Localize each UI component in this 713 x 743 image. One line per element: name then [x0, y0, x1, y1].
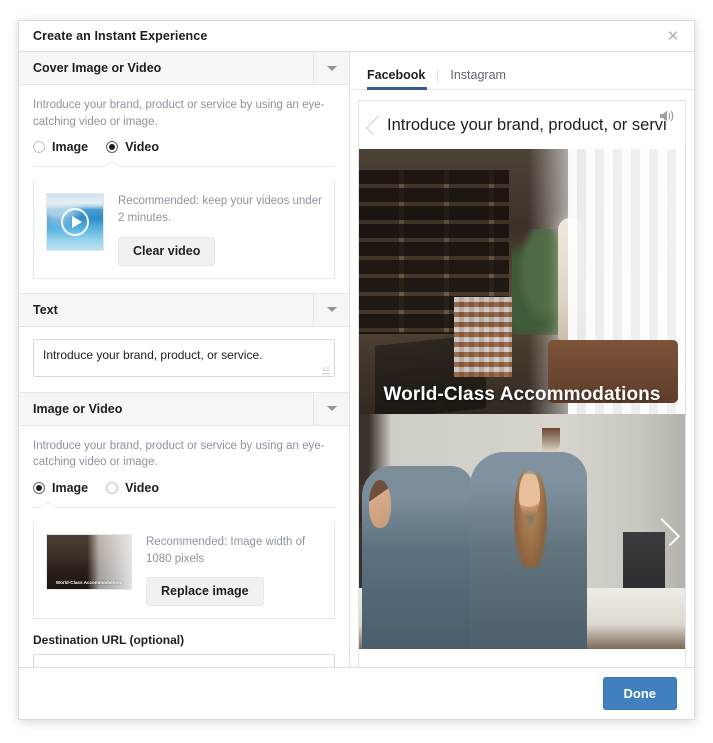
- selected-radio-divider: [33, 502, 335, 509]
- hero2-person-right-head: [519, 471, 541, 519]
- sound-on-icon[interactable]: [659, 109, 675, 123]
- cover-video-thumbnail[interactable]: [46, 193, 104, 252]
- selected-radio-divider: [33, 161, 335, 168]
- cover-media-type-radio-group: Image Video: [33, 140, 335, 154]
- preview-second-image: [359, 414, 685, 649]
- section-title: Image or Video: [33, 401, 123, 416]
- radio-indicator: [106, 482, 119, 495]
- image-media-recommendation: Recommended: Image width of 1080 pixels: [146, 536, 306, 565]
- modal-body: Cover Image or Video Introduce your bran…: [19, 52, 694, 667]
- chevron-down-icon[interactable]: [313, 52, 349, 85]
- cover-media-recommendation: Recommended: keep your videos under 2 mi…: [118, 195, 322, 225]
- phone-preview: Introduce your brand, product, or servic…: [358, 100, 686, 667]
- cover-media-info: Recommended: keep your videos under 2 mi…: [118, 193, 322, 266]
- hero-plaid-blanket: [453, 297, 512, 377]
- image-thumbnail[interactable]: World-Class Accommodations: [46, 534, 132, 591]
- section-body-cover: Introduce your brand, product or service…: [19, 85, 349, 181]
- done-button[interactable]: Done: [602, 676, 677, 711]
- preview-headline: Introduce your brand, product, or servic…: [387, 115, 667, 134]
- radio-image[interactable]: Image: [33, 481, 88, 495]
- tab-facebook[interactable]: Facebook: [367, 68, 437, 90]
- radio-label: Image: [52, 140, 89, 155]
- destination-url-label: Destination URL (optional): [33, 633, 185, 648]
- section-cover-image-or-video: Cover Image or Video Introduce your bran…: [19, 52, 349, 294]
- tab-instagram[interactable]: Instagram: [438, 68, 518, 90]
- image-media-box: World-Class Accommodations Recommended: …: [33, 522, 335, 620]
- replace-image-button[interactable]: Replace image: [146, 577, 264, 607]
- section-title: Text: [33, 302, 58, 317]
- chevron-down-icon[interactable]: [313, 392, 349, 426]
- section-text: Text ☷: [19, 293, 349, 393]
- section-body-image-or-video: Introduce your brand, product or service…: [19, 426, 349, 522]
- cover-media-box: Recommended: keep your videos under 2 mi…: [33, 181, 335, 279]
- text-textarea[interactable]: [33, 338, 335, 377]
- hero2-person-right: [469, 451, 588, 649]
- image-thumbnail-overlay-text: World-Class Accommodations: [55, 580, 123, 586]
- section-image-or-video: Image or Video Introduce your brand, pro…: [19, 392, 349, 667]
- modal-header: Create an Instant Experience ✕: [19, 21, 694, 52]
- section-header-image-or-video[interactable]: Image or Video: [19, 392, 349, 426]
- clear-video-button[interactable]: Clear video: [118, 236, 216, 266]
- hero2-person-left-head: [368, 480, 392, 529]
- notch-pointer: [41, 502, 55, 509]
- chevron-down-icon[interactable]: [313, 293, 349, 327]
- page-title: Create an Instant Experience: [33, 29, 208, 43]
- section-helper-text: Introduce your brand, product or service…: [33, 439, 325, 469]
- instant-experience-modal: Create an Instant Experience ✕ Cover Ima…: [18, 20, 695, 720]
- radio-indicator: [33, 482, 45, 495]
- section-title: Cover Image or Video: [33, 61, 162, 75]
- play-icon[interactable]: [61, 208, 89, 237]
- destination-url-input[interactable]: [33, 654, 335, 667]
- radio-label: Video: [125, 140, 159, 155]
- section-body-text: ☷: [19, 327, 349, 392]
- section-header-text[interactable]: Text: [19, 293, 349, 327]
- close-icon[interactable]: ✕: [664, 27, 682, 45]
- preview-header: Introduce your brand, product, or servic…: [359, 101, 685, 149]
- media-type-radio-group: Image Video: [33, 481, 335, 495]
- chevron-left-icon[interactable]: [366, 115, 386, 135]
- preview-tabs: Facebook Instagram: [350, 52, 694, 90]
- section-helper-text: Introduce your brand, product or service…: [33, 99, 325, 128]
- radio-video[interactable]: Video: [106, 481, 159, 495]
- editor-panel: Cover Image or Video Introduce your bran…: [19, 52, 350, 667]
- image-media-info: Recommended: Image width of 1080 pixels …: [146, 534, 322, 607]
- radio-cover-video[interactable]: Video: [106, 140, 159, 154]
- section-header-cover[interactable]: Cover Image or Video: [19, 52, 349, 85]
- editor-scroll-area[interactable]: Cover Image or Video Introduce your bran…: [19, 52, 349, 667]
- preview-panel: Facebook Instagram Introduce your brand,…: [350, 52, 694, 667]
- radio-label: Image: [52, 481, 89, 496]
- preview-hero-image: World-Class Accommodations: [359, 149, 685, 414]
- radio-cover-image[interactable]: Image: [33, 140, 88, 154]
- radio-indicator: [33, 141, 45, 154]
- hero2-person-left: [362, 465, 474, 649]
- notch-pointer: [105, 161, 119, 168]
- modal-footer: Done: [19, 667, 694, 719]
- hero-caption: World-Class Accommodations: [383, 384, 661, 405]
- radio-label: Video: [125, 481, 159, 496]
- radio-indicator: [106, 141, 119, 154]
